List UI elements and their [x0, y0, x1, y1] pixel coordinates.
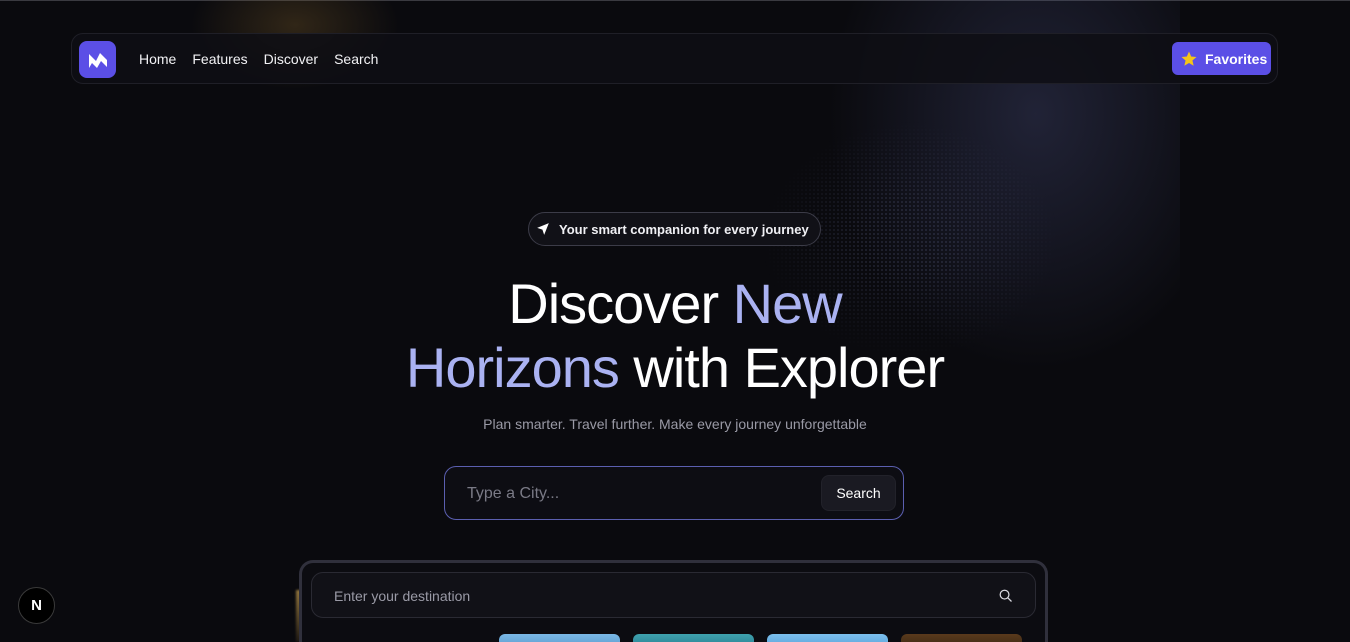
- search-icon[interactable]: [998, 588, 1013, 603]
- headline-part1: Discover: [508, 272, 733, 335]
- hero-badge-text: Your smart companion for every journey: [559, 221, 809, 237]
- nav-link-features[interactable]: Features: [192, 51, 247, 67]
- nav-link-discover[interactable]: Discover: [264, 51, 318, 67]
- brand-logo-icon[interactable]: [79, 41, 116, 78]
- hero-badge: Your smart companion for every journey: [528, 212, 821, 246]
- destination-thumbnail[interactable]: [901, 634, 1022, 642]
- favorites-label: Favorites: [1205, 50, 1268, 67]
- favorites-button[interactable]: Favorites: [1172, 42, 1271, 75]
- hero-headline: Discover New Horizons with Explorer: [0, 272, 1350, 400]
- star-icon: [1181, 51, 1197, 66]
- navigation-arrow-icon: [537, 223, 549, 235]
- city-search-bar: Search: [444, 466, 904, 520]
- search-button[interactable]: Search: [821, 475, 896, 511]
- destination-search-bar: [311, 572, 1036, 618]
- destination-thumbnail[interactable]: [499, 634, 620, 642]
- hero-subtitle: Plan smarter. Travel further. Make every…: [483, 416, 867, 432]
- destination-thumbnail[interactable]: [767, 634, 888, 642]
- nav-links: Home Features Discover Search: [139, 51, 378, 67]
- headline-accent-horizons: Horizons: [405, 336, 620, 399]
- destination-thumbnail[interactable]: [633, 634, 754, 642]
- nav-link-search[interactable]: Search: [334, 51, 378, 67]
- dev-indicator-badge[interactable]: N: [18, 587, 55, 624]
- destination-thumbnails: [499, 634, 1022, 642]
- destination-panel: [299, 560, 1048, 642]
- destination-input[interactable]: [334, 586, 934, 606]
- headline-part2: with Explorer: [618, 336, 945, 399]
- navbar: Home Features Discover Search Favorites: [71, 33, 1278, 84]
- city-search-input[interactable]: [467, 482, 797, 506]
- nav-link-home[interactable]: Home: [139, 51, 176, 67]
- headline-accent-new: New: [732, 272, 843, 335]
